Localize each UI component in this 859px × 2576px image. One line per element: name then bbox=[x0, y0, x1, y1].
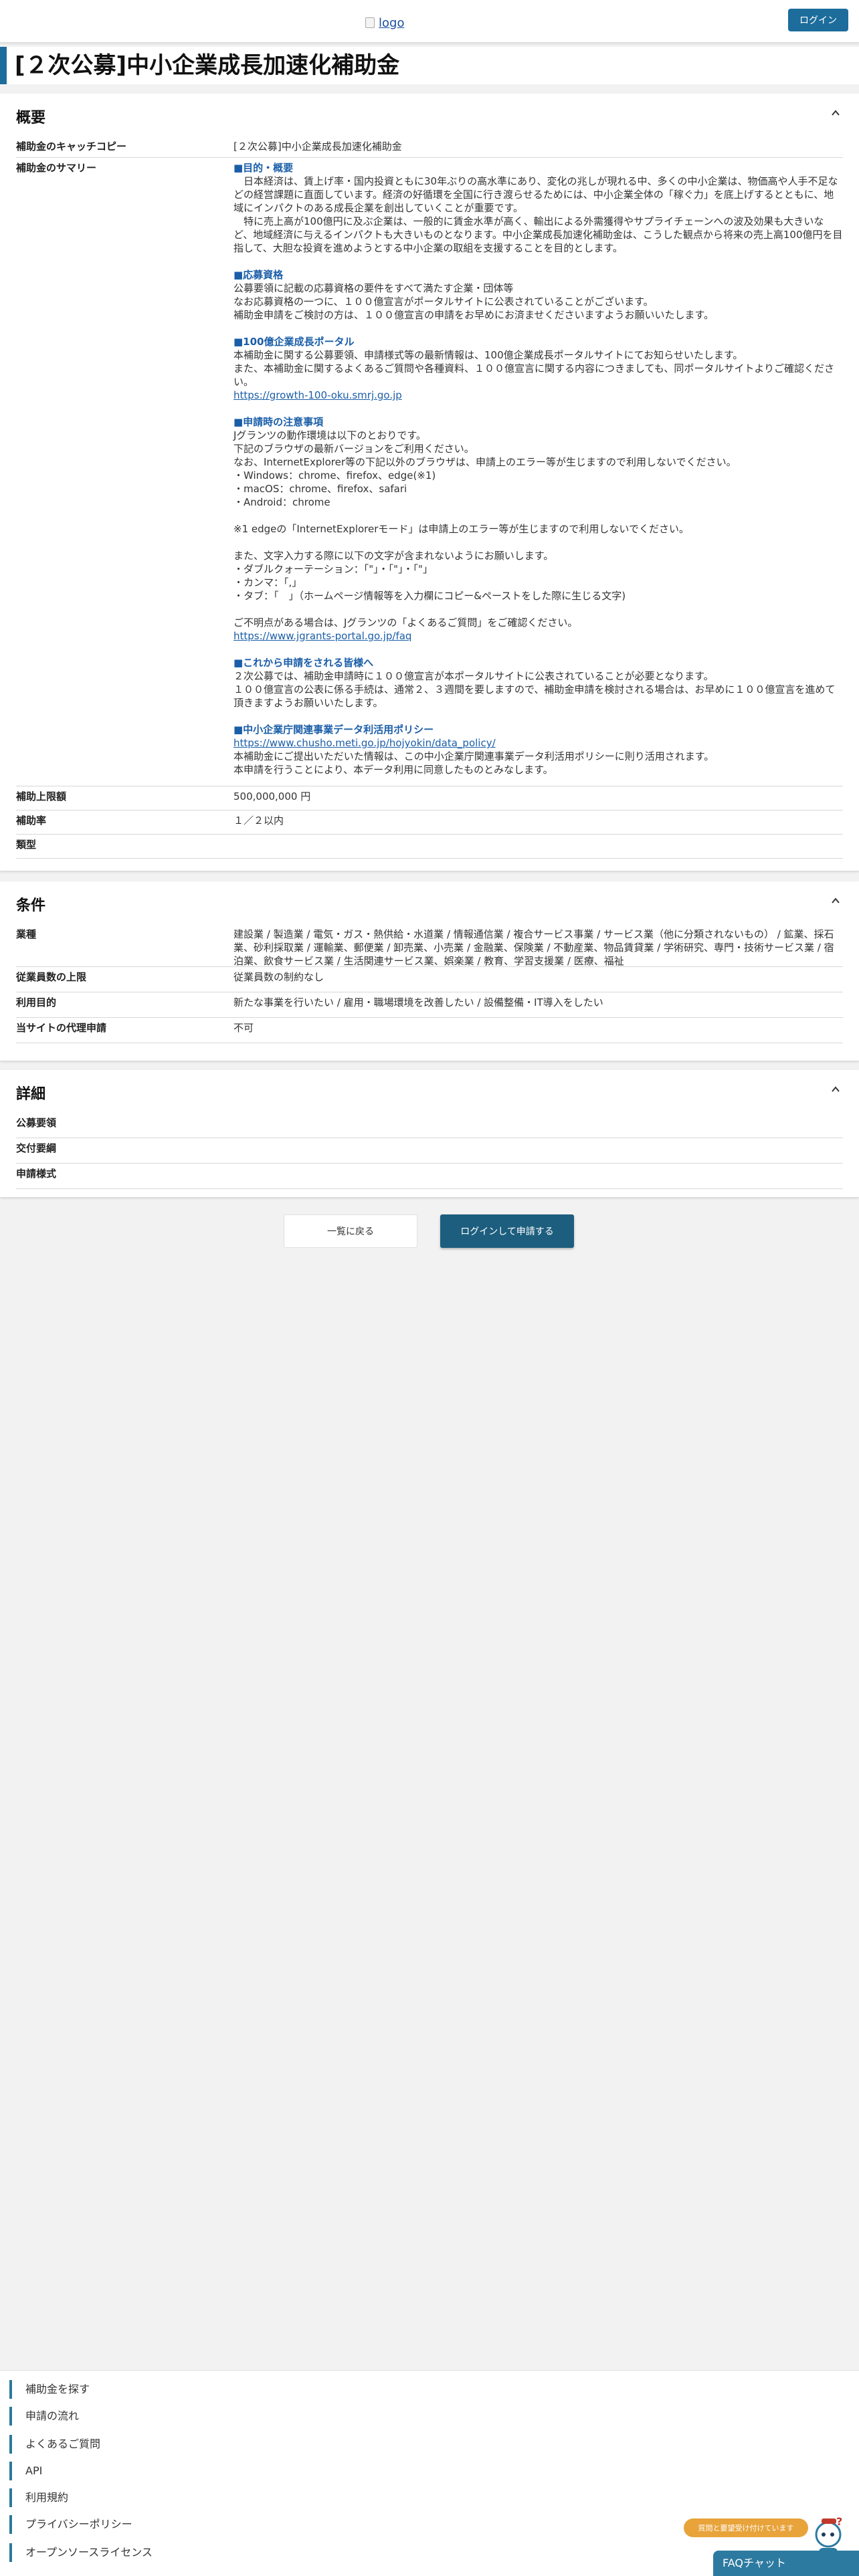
footer-link-flow[interactable]: 申請の流れ bbox=[9, 2407, 79, 2426]
guideline-row: 公募要領 bbox=[16, 1113, 843, 1138]
summary-text: ２次公募では、補助金申請時に１００億宣言が本ポータルサイトに公表されていることが… bbox=[233, 670, 714, 682]
summary-text: ご不明点がある場合は、Jグランツの「よくあるご質問」をご確認ください。 bbox=[233, 617, 578, 629]
broken-image-icon bbox=[365, 17, 375, 28]
summary-text: ※1 edgeの「InternetExplorerモード」は申請上のエラー等が生… bbox=[233, 523, 689, 535]
footer-link-search[interactable]: 補助金を探す bbox=[9, 2380, 90, 2399]
overview-header: 概要 bbox=[0, 94, 859, 136]
portal-link[interactable]: https://growth-100-oku.smrj.go.jp bbox=[233, 389, 402, 401]
summary-text: ・ダブルクォーテーション：「"」・「"」・「"」 bbox=[233, 563, 433, 575]
industry-label: 業種 bbox=[16, 928, 37, 940]
catchcopy-value: [２次公募]中小企業成長加速化補助金 bbox=[233, 140, 402, 152]
summary-text: また、本補助金に関するよくあるご質問や各種資料、１００億宣言に関する内容につきま… bbox=[233, 362, 835, 388]
summary-text: なお、InternetExplorer等の下記以外のブラウザは、申請上のエラー等… bbox=[233, 456, 737, 468]
summary-text: 本補助金に関する公募要領、申請様式等の最新情報は、100億企業成長ポータルサイト… bbox=[233, 349, 743, 361]
type-value bbox=[233, 838, 843, 853]
footer-link-terms[interactable]: 利用規約 bbox=[9, 2488, 68, 2507]
proxy-value: 不可 bbox=[233, 1022, 254, 1034]
summary-text: 下記のブラウザの最新バージョンをご利用ください。 bbox=[233, 443, 474, 455]
chevron-up-icon[interactable] bbox=[828, 106, 843, 120]
summary-text: 本申請を行うことにより、本データ利用に同意したものとみなします。 bbox=[233, 764, 553, 776]
summary-text: 日本経済は、賃上げ率・国内投資ともに30年ぶりの高水準にあり、変化の兆しが現れる… bbox=[233, 175, 838, 214]
summary-text: Jグランツの動作環境は以下のとおりです。 bbox=[233, 429, 426, 441]
summary-text: ・macOS：chrome、firefox、safari bbox=[233, 483, 407, 495]
form-row: 申請様式 bbox=[16, 1164, 843, 1189]
svg-text:?: ? bbox=[836, 2516, 842, 2528]
details-title: 詳細 bbox=[16, 1086, 46, 1103]
summary-text: 公募要領に記載の応募資格の要件をすべて満たす企業・団体等 bbox=[233, 282, 514, 294]
logo-alt-text: logo bbox=[379, 15, 405, 30]
conditions-section: 条件 業種 建設業 / 製造業 / 電気・ガス・熱供給・水道業 / 情報通信業 … bbox=[0, 881, 859, 1061]
summary-text: なお応募資格の一つに、１００億宣言がポータルサイトに公表されていることがございま… bbox=[233, 296, 654, 308]
summary-text: 補助金申請をご検討の方は、１００億宣言の申請をお早めにお済ませくださいますようお… bbox=[233, 309, 714, 321]
data-policy-link[interactable]: https://www.chusho.meti.go.jp/hojyokin/d… bbox=[233, 737, 496, 749]
chevron-up-icon[interactable] bbox=[828, 893, 843, 908]
footer-link-privacy[interactable]: プライバシーポリシー bbox=[9, 2515, 132, 2534]
back-to-list-button[interactable]: 一覧に戻る bbox=[284, 1214, 417, 1248]
summary-heading-applicants: ■これから申請をされる皆様へ bbox=[233, 657, 374, 669]
summary-value: ■目的・概要 日本経済は、賃上げ率・国内投資ともに30年ぶりの高水準にあり、変化… bbox=[233, 161, 843, 780]
summary-text: 特に売上高が100億円に及ぶ企業は、一般的に賃金水準が高く、輸出による外需獲得や… bbox=[233, 215, 843, 254]
employees-value: 従業員数の制約なし bbox=[233, 971, 324, 983]
overview-section: 概要 補助金のキャッチコピー [２次公募]中小企業成長加速化補助金 補助金のサマ… bbox=[0, 94, 859, 871]
summary-text: 本補助金にご提出いただいた情報は、この中小企業庁関連事業データ利活用ポリシーに則… bbox=[233, 750, 714, 762]
rate-row: 補助率 １／２以内 bbox=[16, 811, 843, 835]
summary-text: ・タブ：「 」（ホームページ情報等を入力欄にコピー&ペーストをした際に生じる文字… bbox=[233, 590, 626, 602]
footer-link-api[interactable]: API bbox=[9, 2462, 42, 2480]
login-button[interactable]: ログイン bbox=[788, 9, 848, 31]
catchcopy-row: 補助金のキャッチコピー [２次公募]中小企業成長加速化補助金 bbox=[16, 136, 843, 158]
summary-row: 補助金のサマリー ■目的・概要 日本経済は、賃上げ率・国内投資ともに30年ぶりの… bbox=[16, 158, 843, 786]
grant-row: 交付要綱 bbox=[16, 1138, 843, 1164]
site-header: logo ログイン bbox=[0, 0, 859, 43]
faq-link[interactable]: https://www.jgrants-portal.go.jp/faq bbox=[233, 630, 411, 642]
industry-value: 建設業 / 製造業 / 電気・ガス・熱供給・水道業 / 情報通信業 / 複合サー… bbox=[233, 928, 834, 967]
summary-text: また、文字入力する際に以下の文字が含まれないようにお願いします。 bbox=[233, 550, 554, 562]
summary-heading-purpose: ■目的・概要 bbox=[233, 162, 294, 174]
site-logo[interactable]: logo bbox=[365, 13, 446, 32]
login-apply-button[interactable]: ログインして申請する bbox=[440, 1214, 574, 1248]
summary-heading-portal: ■100億企業成長ポータル bbox=[233, 336, 355, 348]
page-title: [２次公募]中小企業成長加速化補助金 bbox=[15, 52, 400, 79]
proxy-label: 当サイトの代理申請 bbox=[16, 1022, 107, 1034]
employees-label: 従業員数の上限 bbox=[16, 971, 87, 983]
summary-text: ・Android：chrome bbox=[233, 496, 330, 508]
industry-row: 業種 建設業 / 製造業 / 電気・ガス・熱供給・水道業 / 情報通信業 / 複… bbox=[16, 924, 843, 967]
employees-row: 従業員数の上限 従業員数の制約なし bbox=[16, 967, 843, 992]
chat-badge[interactable]: 質問と要望受け付けています bbox=[684, 2518, 808, 2537]
summary-text: ・カンマ：「,」 bbox=[233, 576, 302, 588]
summary-text: ・Windows：chrome、firefox、edge(※1) bbox=[233, 469, 436, 481]
catchcopy-label: 補助金のキャッチコピー bbox=[16, 140, 127, 152]
type-row: 類型 bbox=[16, 835, 843, 859]
purpose-label: 利用目的 bbox=[16, 996, 57, 1008]
limit-value: 500,000,000 円 bbox=[233, 790, 311, 802]
faq-chat-button[interactable]: FAQチャット bbox=[713, 2551, 859, 2576]
details-header: 詳細 bbox=[0, 1070, 859, 1113]
purpose-row: 利用目的 新たな事業を行いたい / 雇用・職場環境を改善したい / 設備整備・I… bbox=[16, 992, 843, 1018]
title-accent-bar bbox=[0, 47, 7, 84]
limit-row: 補助上限額 500,000,000 円 bbox=[16, 786, 843, 811]
rate-label: 補助率 bbox=[16, 815, 47, 827]
purpose-value: 新たな事業を行いたい / 雇用・職場環境を改善したい / 設備整備・IT導入をし… bbox=[233, 996, 603, 1008]
page-title-area: [２次公募]中小企業成長加速化補助金 bbox=[0, 47, 859, 84]
footer-link-faq[interactable]: よくあるご質問 bbox=[9, 2435, 100, 2454]
summary-label: 補助金のサマリー bbox=[16, 162, 97, 174]
overview-title: 概要 bbox=[16, 110, 46, 126]
type-label: 類型 bbox=[16, 839, 37, 851]
rate-value: １／２以内 bbox=[233, 815, 284, 827]
site-footer: 補助金を探す 申請の流れ よくあるご質問 API 利用規約 プライバシーポリシー… bbox=[0, 2370, 859, 2576]
form-label: 申請様式 bbox=[16, 1168, 57, 1180]
grant-label: 交付要綱 bbox=[16, 1142, 57, 1154]
footer-link-oss[interactable]: オープンソースライセンス bbox=[9, 2543, 153, 2562]
summary-text: １００億宣言の公表に係る手続は、通常２、３週間を要しますので、補助金申請を検討さ… bbox=[233, 683, 836, 709]
summary-heading-notes: ■申請時の注意事項 bbox=[233, 416, 324, 428]
conditions-header: 条件 bbox=[0, 881, 859, 924]
chevron-up-icon[interactable] bbox=[828, 1082, 843, 1097]
summary-heading-data-policy: ■中小企業庁関連事業データ利活用ポリシー bbox=[233, 724, 434, 736]
proxy-row: 当サイトの代理申請 不可 bbox=[16, 1018, 843, 1043]
guideline-label: 公募要領 bbox=[16, 1117, 57, 1129]
limit-label: 補助上限額 bbox=[16, 790, 67, 802]
conditions-title: 条件 bbox=[16, 897, 46, 914]
summary-heading-eligibility: ■応募資格 bbox=[233, 269, 284, 281]
details-section: 詳細 公募要領 交付要綱 申請様式 bbox=[0, 1070, 859, 1197]
